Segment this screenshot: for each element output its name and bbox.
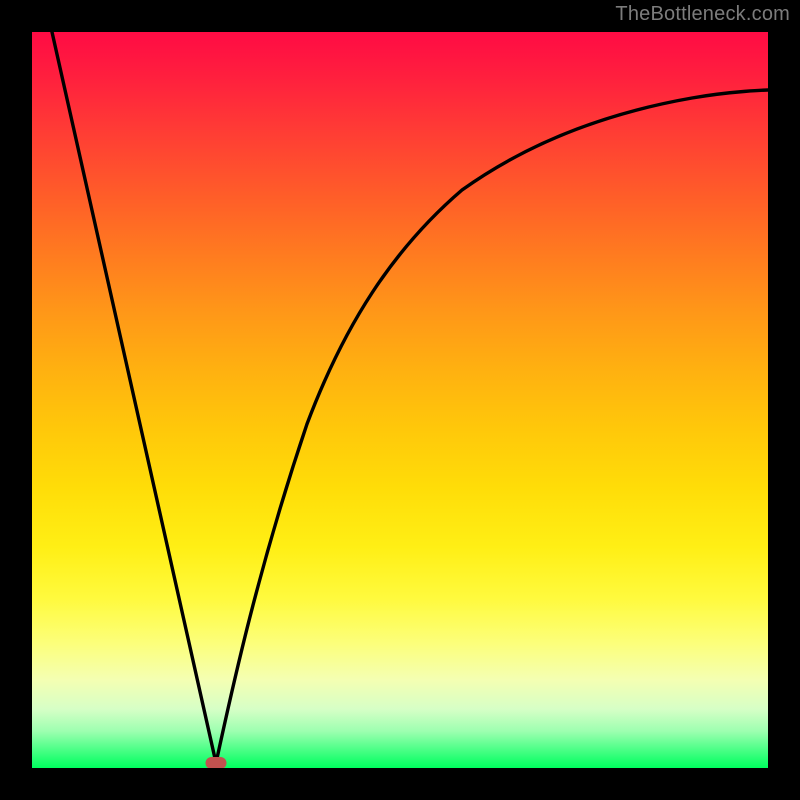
minimum-marker [206, 757, 227, 768]
curve-path [52, 32, 768, 763]
plot-area [32, 32, 768, 768]
watermark-text: TheBottleneck.com [615, 3, 790, 26]
chart-frame: TheBottleneck.com [0, 0, 800, 800]
bottleneck-curve [32, 32, 768, 768]
